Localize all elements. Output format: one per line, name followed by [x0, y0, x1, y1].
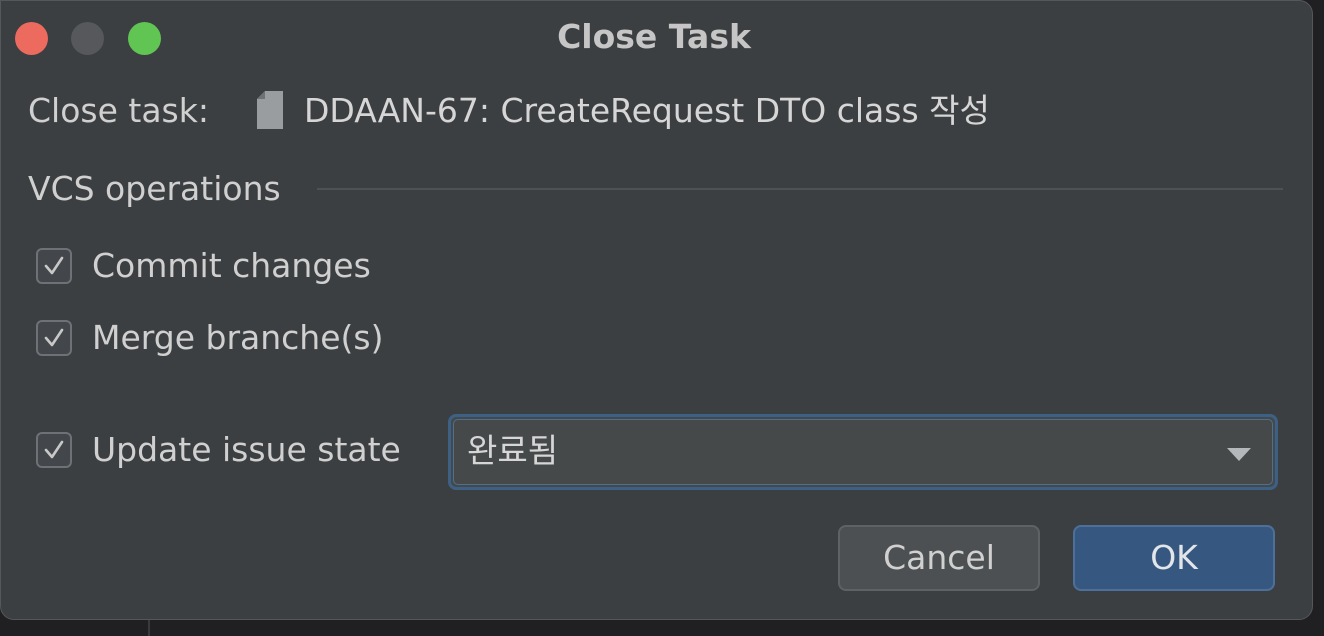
dialog-title: Close Task: [557, 17, 751, 56]
checkmark-icon: [44, 256, 64, 275]
task-file-icon: [257, 91, 283, 129]
update-issue-state-label[interactable]: Update issue state: [92, 428, 401, 472]
update-issue-state-checkbox[interactable]: [36, 432, 72, 468]
dropdown-focus-ring: [453, 419, 1273, 485]
checkmark-icon: [44, 440, 64, 459]
background-divider: [148, 618, 150, 636]
merge-branches-checkbox[interactable]: [36, 320, 72, 356]
issue-state-dropdown[interactable]: 완료됨: [448, 414, 1278, 490]
title-bar: Close Task: [1, 1, 1312, 73]
chevron-down-icon: [1227, 447, 1251, 466]
close-task-dialog: Close Task Close task: DDAAN-67: CreateR…: [0, 0, 1313, 620]
vcs-section-title: VCS operations: [28, 169, 281, 208]
task-name: DDAAN-67: CreateRequest DTO class 작성: [304, 91, 990, 130]
cancel-button[interactable]: Cancel: [838, 525, 1040, 591]
commit-changes-label[interactable]: Commit changes: [92, 244, 371, 288]
ok-button[interactable]: OK: [1073, 525, 1275, 591]
merge-branches-label[interactable]: Merge branche(s): [92, 316, 383, 360]
close-task-label: Close task:: [28, 91, 209, 130]
issue-state-value: 완료됨: [467, 431, 559, 470]
commit-changes-checkbox[interactable]: [36, 248, 72, 284]
section-divider: [317, 188, 1283, 190]
checkmark-icon: [44, 328, 64, 347]
